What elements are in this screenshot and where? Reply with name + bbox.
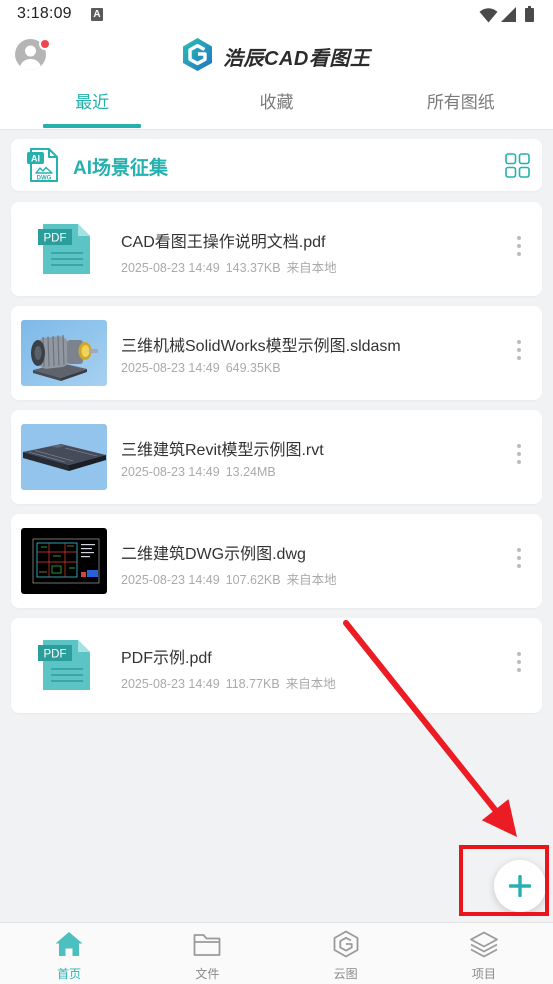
pdf-icon: PDF [21,216,107,282]
ai-icon-caption: DWG [37,176,52,182]
file-meta: 2025-08-23 14:49 649.35KB [121,361,287,375]
file-card[interactable]: 三维机械SolidWorks模型示例图.sldasm 2025-08-23 14… [11,306,542,400]
highlight-box [459,845,549,916]
top-bar: 3:18:09 A 浩辰CAD看图王 最近 收藏 所有图纸 [0,0,553,130]
file-name: CAD看图王操作说明文档.pdf [121,234,326,251]
nav-label: 云图 [333,967,358,981]
file-size: 143.37KB [225,261,281,275]
file-meta: 2025-08-23 14:49 143.37KB 来自本地 [121,257,343,276]
file-size: 107.62KB [225,573,281,587]
file-name: 二维建筑DWG示例图.dwg [121,546,306,563]
machine-model-image [21,320,107,386]
grid-view-icon[interactable] [505,153,530,178]
ai-dwg-icon: AI DWG [27,148,58,182]
app-logo-icon [183,38,212,71]
more-options-icon[interactable] [514,340,524,364]
battery-icon [525,6,534,22]
building-model-image [21,424,107,490]
file-card[interactable]: PDF CAD看图王操作说明文档.pdf 2025-08-23 14:49 143… [11,202,542,296]
building-thumbnail [21,424,107,490]
machine-thumbnail [21,320,107,386]
pdf-document-icon: PDF [38,640,90,690]
nav-projects[interactable]: 项目 [415,923,553,984]
tab-label: 所有图纸 [426,93,495,112]
pdf-label: PDF [44,649,67,661]
folder-icon [193,934,221,956]
wifi-icon [479,8,498,23]
nav-label: 文件 [195,967,220,981]
more-options-icon[interactable] [514,652,524,676]
notification-dot [39,38,51,50]
nav-files[interactable]: 文件 [138,923,276,984]
tab-favorites[interactable]: 收藏 [184,80,368,129]
file-source: 来自本地 [285,677,336,691]
ai-banner-title: AI场景征集 [73,158,169,179]
active-tab-indicator [43,124,142,128]
nav-home[interactable]: 首页 [0,923,138,984]
tab-label: 最近 [75,93,110,112]
status-time: 3:18:09 [17,5,72,22]
file-card[interactable]: 三维建筑Revit模型示例图.rvt 2025-08-23 14:49 13.24… [11,410,542,504]
signal-icon [501,7,516,22]
pdf-label: PDF [44,233,67,245]
file-date: 2025-08-23 14:49 [121,361,220,375]
file-size: 13.24MB [225,465,276,479]
file-name: 三维机械SolidWorks模型示例图.sldasm [121,338,401,355]
more-options-icon[interactable] [514,444,524,468]
file-date: 2025-08-23 14:49 [121,261,220,275]
file-card[interactable]: 二维建筑DWG示例图.dwg 2025-08-23 14:49 107.62KB 来… [11,514,542,608]
ai-banner-card[interactable]: AI DWG AI场景征集 [11,139,542,191]
nav-cloud-drawing[interactable]: 云图 [277,923,415,984]
nav-label: 项目 [471,967,496,981]
bottom-navigation: 首页 文件 云图 项目 [0,922,553,984]
dwg-drawing-image [21,528,107,594]
file-source: 来自本地 [286,573,337,587]
file-date: 2025-08-23 14:49 [121,677,220,691]
more-options-icon[interactable] [514,548,524,572]
file-source: 来自本地 [286,261,337,275]
more-options-icon[interactable] [514,236,524,260]
file-name: PDF示例.pdf [121,650,212,667]
file-date: 2025-08-23 14:49 [121,465,220,479]
a-notification-icon: A [91,8,103,21]
tab-all-drawings[interactable]: 所有图纸 [369,80,553,129]
file-date: 2025-08-23 14:49 [121,573,220,587]
pdf-document-icon: PDF [38,224,90,274]
file-size: 118.77KB [225,677,280,691]
tab-label: 收藏 [259,93,294,112]
tab-recent[interactable]: 最近 [0,80,184,129]
file-meta: 2025-08-23 14:49 118.77KB 来自本地 [121,673,342,692]
file-meta: 2025-08-23 14:49 13.24MB [121,465,282,479]
app-name: 浩辰CAD看图王 [223,48,371,70]
pdf-icon: PDF [21,632,107,698]
file-card[interactable]: PDF PDF示例.pdf 2025-08-23 14:49 118.77KB 来自… [11,618,542,713]
dwg-drawing-thumbnail [21,528,107,594]
ai-icon-tag: AI [31,154,40,164]
file-size: 649.35KB [225,361,281,375]
file-meta: 2025-08-23 14:49 107.62KB 来自本地 [121,569,343,588]
layers-icon [469,931,498,958]
nav-label: 首页 [57,967,82,981]
tab-bar: 最近 收藏 所有图纸 [0,80,553,129]
cloud-drawing-icon [333,930,359,958]
home-icon [55,932,83,956]
file-name: 三维建筑Revit模型示例图.rvt [121,442,324,459]
